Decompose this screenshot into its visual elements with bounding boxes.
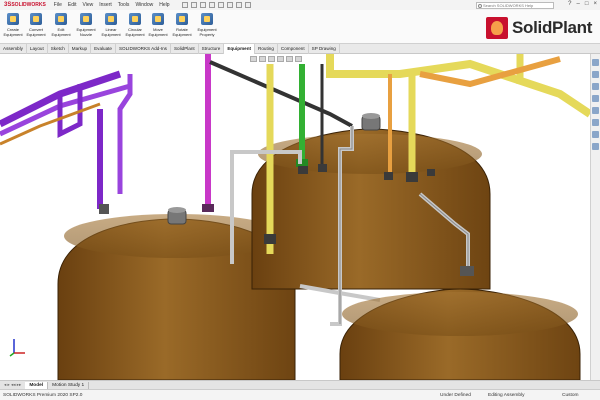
tab-component[interactable]: Component bbox=[278, 44, 309, 54]
design-library-icon[interactable] bbox=[592, 71, 599, 78]
tab-structure[interactable]: Structure bbox=[199, 44, 225, 54]
heads-up-view-toolbar bbox=[250, 56, 302, 62]
status-bar: SOLIDWORKS Premium 2020 SP2.0 Under Defi… bbox=[0, 389, 600, 400]
reference-triad-icon bbox=[9, 339, 25, 357]
appearances-icon[interactable] bbox=[592, 107, 599, 114]
select-icon[interactable] bbox=[226, 2, 233, 8]
purple-pipe-rack[interactable] bbox=[0, 70, 133, 209]
forum-icon[interactable] bbox=[592, 143, 599, 150]
search-input[interactable]: Search SOLIDWORKS Help bbox=[476, 2, 554, 9]
model-tabs: ◂ ▸ ◂◂ ▸▸ Model Motion Study 1 bbox=[0, 380, 600, 389]
menu-edit[interactable]: Edit bbox=[68, 2, 77, 8]
search-placeholder: Search SOLIDWORKS Help bbox=[483, 3, 534, 8]
save-icon[interactable] bbox=[199, 2, 206, 8]
view-orientation-icon[interactable] bbox=[286, 56, 293, 62]
create-equipment-icon bbox=[7, 13, 19, 25]
options-icon[interactable] bbox=[244, 2, 251, 8]
print-icon[interactable] bbox=[208, 2, 215, 8]
tab-sp-drawing[interactable]: SP Drawing bbox=[309, 44, 340, 54]
edit-equipment-icon bbox=[55, 13, 67, 25]
tab-evaluate[interactable]: Evaluate bbox=[91, 44, 116, 54]
move-equipment-icon bbox=[152, 13, 164, 25]
task-pane bbox=[590, 54, 600, 380]
menu-tools[interactable]: Tools bbox=[118, 2, 130, 8]
convert-equipment-icon bbox=[30, 13, 42, 25]
close-icon[interactable]: × bbox=[593, 1, 597, 7]
tab-scroll-arrows-icon[interactable]: ◂ ▸ ◂◂ ▸▸ bbox=[4, 382, 21, 388]
tab-solidplant[interactable]: SolidPlant bbox=[171, 44, 199, 54]
circular-equipment-icon bbox=[129, 13, 141, 25]
solidplant-mark-icon bbox=[486, 17, 508, 39]
quick-access-toolbar bbox=[181, 2, 251, 8]
undo-icon[interactable] bbox=[217, 2, 224, 8]
magenta-flange bbox=[202, 204, 214, 212]
minimize-icon[interactable]: – bbox=[577, 1, 580, 7]
app-logo-text: SOLIDWORKS bbox=[11, 2, 46, 8]
menu-insert[interactable]: Insert bbox=[99, 2, 112, 8]
title-bar: 3S SOLIDWORKS File Edit View Insert Tool… bbox=[0, 0, 600, 10]
solidplant-logo: SolidPlant bbox=[486, 14, 596, 42]
status-definition: Under Defined bbox=[440, 393, 471, 398]
tab-markup[interactable]: Markup bbox=[69, 44, 92, 54]
equipment-nozzle-button[interactable]: Equipment Nozzle bbox=[75, 12, 97, 44]
tab-equipment[interactable]: Equipment bbox=[224, 44, 256, 54]
equipment-property-button[interactable]: Equipment Property bbox=[196, 12, 218, 44]
graphics-area[interactable] bbox=[0, 54, 590, 380]
rebuild-icon[interactable] bbox=[235, 2, 242, 8]
equipment-property-icon bbox=[201, 13, 213, 25]
rotate-equipment-button[interactable]: Rotate Equipment bbox=[171, 12, 193, 44]
tab-motion-study[interactable]: Motion Study 1 bbox=[48, 381, 90, 389]
menu-bar: File Edit View Insert Tools Window Help bbox=[54, 2, 170, 8]
storage-tank-back[interactable] bbox=[251, 113, 491, 290]
custom-properties-icon[interactable] bbox=[592, 119, 599, 126]
window-controls: ? – □ × bbox=[568, 1, 597, 7]
file-explorer-icon[interactable] bbox=[592, 83, 599, 90]
tab-addins[interactable]: SOLIDWORKS Add-Ins bbox=[116, 44, 171, 54]
plant-model-view bbox=[0, 54, 590, 380]
help-icon[interactable]: ? bbox=[568, 1, 571, 7]
move-equipment-button[interactable]: Move Equipment bbox=[147, 12, 169, 44]
menu-file[interactable]: File bbox=[54, 2, 62, 8]
status-mode: Editing Assembly bbox=[488, 393, 525, 398]
tab-model[interactable]: Model bbox=[25, 381, 49, 389]
tab-assembly[interactable]: Assembly bbox=[0, 44, 27, 54]
circular-equipment-button[interactable]: Circular Equipment bbox=[124, 12, 146, 44]
previous-view-icon[interactable] bbox=[268, 56, 275, 62]
solidplant-brand-text: SolidPlant bbox=[512, 18, 593, 37]
zoom-fit-icon[interactable] bbox=[250, 56, 257, 62]
new-icon[interactable] bbox=[181, 2, 188, 8]
status-units[interactable]: Custom bbox=[562, 393, 579, 398]
tab-routing[interactable]: Routing bbox=[255, 44, 278, 54]
open-icon[interactable] bbox=[190, 2, 197, 8]
convert-equipment-button[interactable]: Convert Equipment bbox=[25, 12, 47, 44]
menu-window[interactable]: Window bbox=[135, 2, 153, 8]
search-icon bbox=[478, 4, 482, 8]
linear-equipment-button[interactable]: Linear Equipment bbox=[100, 12, 122, 44]
tab-layout[interactable]: Layout bbox=[27, 44, 48, 54]
create-equipment-button[interactable]: Create Equipment bbox=[2, 12, 24, 44]
view-palette-icon[interactable] bbox=[592, 95, 599, 102]
solidworks-resources-icon[interactable] bbox=[592, 59, 599, 66]
solidplant-pane-icon[interactable] bbox=[592, 131, 599, 138]
menu-view[interactable]: View bbox=[82, 2, 93, 8]
solidworks-logo[interactable]: 3S SOLIDWORKS bbox=[4, 0, 46, 10]
rotate-equipment-icon bbox=[176, 13, 188, 25]
equipment-nozzle-icon bbox=[80, 13, 92, 25]
tab-sketch[interactable]: Sketch bbox=[48, 44, 69, 54]
ds-logo-icon: 3S bbox=[4, 2, 12, 8]
restore-icon[interactable]: □ bbox=[585, 1, 589, 7]
display-style-icon[interactable] bbox=[295, 56, 302, 62]
command-tabs: Assembly Layout Sketch Markup Evaluate S… bbox=[0, 44, 600, 54]
linear-equipment-icon bbox=[105, 13, 117, 25]
edit-equipment-button[interactable]: Edit Equipment bbox=[50, 12, 72, 44]
menu-help[interactable]: Help bbox=[159, 2, 169, 8]
section-view-icon[interactable] bbox=[277, 56, 284, 62]
status-product: SOLIDWORKS Premium 2020 SP2.0 bbox=[3, 393, 83, 398]
zoom-area-icon[interactable] bbox=[259, 56, 266, 62]
